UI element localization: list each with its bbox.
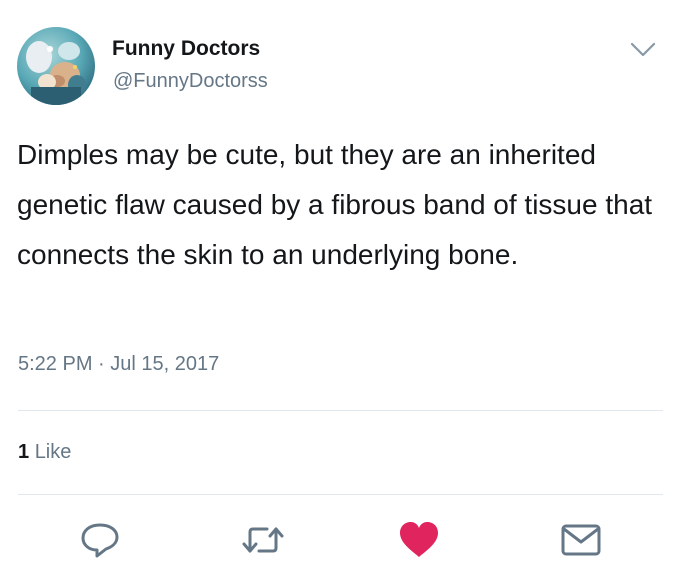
likes-count: 1 [18,441,30,463]
divider-bottom [18,494,663,495]
display-name[interactable]: Funny Doctors [112,37,260,61]
avatar-image [17,27,95,105]
retweet-icon [242,527,284,553]
tweet-timestamp[interactable]: 5:22 PM · Jul 15, 2017 [18,353,219,376]
reply-icon [81,523,119,558]
user-handle[interactable]: @FunnyDoctorss [113,70,268,93]
like-button[interactable] [397,520,441,560]
chevron-down-icon[interactable] [626,38,660,62]
reply-button[interactable] [78,520,122,560]
divider-top [18,410,663,411]
likes-label: Like [34,441,72,463]
message-button[interactable] [559,520,603,560]
profile-avatar[interactable] [17,27,95,105]
tweet-text: Dimples may be cute, but they are an inh… [17,139,653,270]
retweet-button[interactable] [241,520,285,560]
tweet-card: Funny Doctors @FunnyDoctorss Dimples may… [0,0,680,580]
heart-icon [400,522,438,557]
likes-stat[interactable]: 1 Like [18,441,71,464]
envelope-icon [561,524,601,556]
